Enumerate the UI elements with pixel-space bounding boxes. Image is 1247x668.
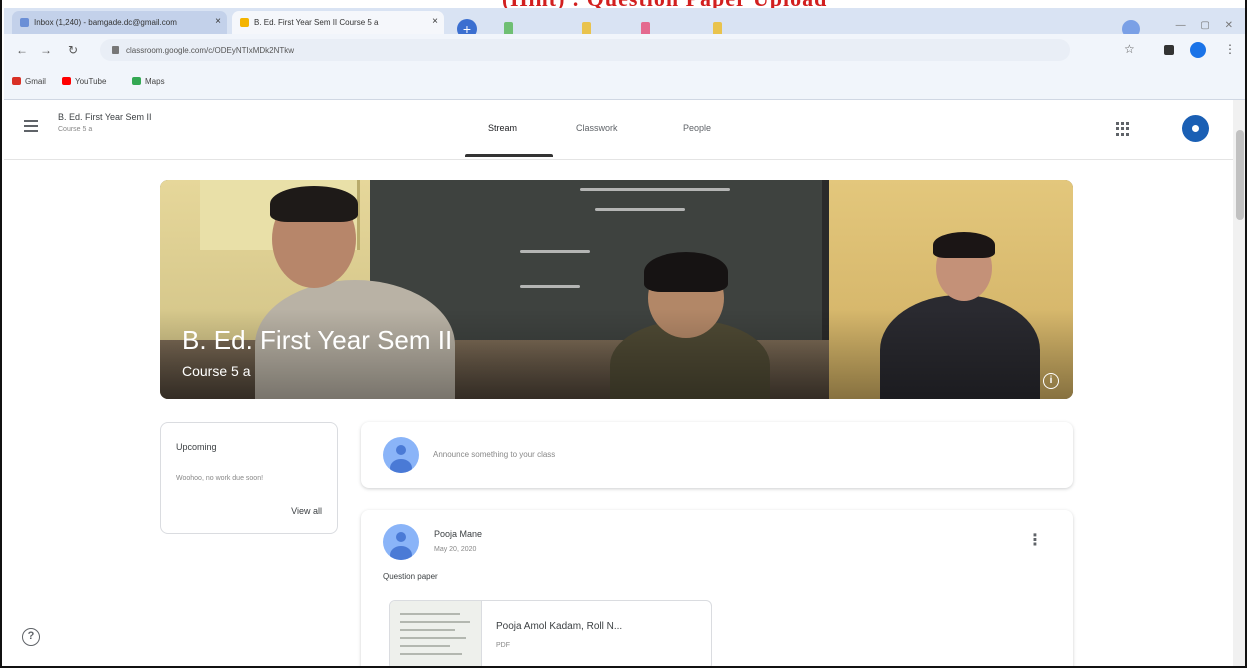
- avatar: [383, 437, 419, 473]
- tab-classroom[interactable]: B. Ed. First Year Sem II Course 5 a ×: [232, 11, 444, 34]
- close-tab-icon[interactable]: ×: [215, 16, 221, 27]
- scrollbar-thumb[interactable]: [1236, 130, 1244, 220]
- page-scrollbar[interactable]: [1233, 100, 1245, 666]
- attachment-thumbnail: [390, 601, 482, 666]
- post-author: Pooja Mane: [434, 529, 483, 539]
- window-controls[interactable]: — ▢ ✕: [1176, 20, 1239, 31]
- attachment-type: PDF: [496, 642, 510, 649]
- view-all-link[interactable]: View all: [291, 506, 322, 516]
- banner-subtitle: Course 5 a: [182, 363, 251, 379]
- forward-icon[interactable]: →: [40, 43, 52, 57]
- browser-menu-icon[interactable]: ⋮: [1224, 42, 1236, 56]
- screen: (Hint) : Question Paper Upload Inbox (1,…: [0, 0, 1247, 668]
- tab-label: Inbox (1,240) - bamgade.dc@gmail.com: [34, 18, 177, 27]
- class-info-icon[interactable]: i: [1043, 373, 1059, 389]
- announce-box[interactable]: Announce something to your class: [361, 422, 1073, 488]
- stream-post: Pooja Mane May 20, 2020 ⋮ Question paper…: [361, 510, 1073, 666]
- tab-classwork[interactable]: Classwork: [576, 123, 618, 133]
- tab-label: B. Ed. First Year Sem II Course 5 a: [254, 18, 379, 27]
- course-title[interactable]: B. Ed. First Year Sem II: [58, 112, 152, 122]
- browser-tabstrip: Inbox (1,240) - bamgade.dc@gmail.com × B…: [4, 8, 1245, 39]
- close-tab-icon[interactable]: ×: [432, 16, 438, 27]
- attachment-name: Pooja Amol Kadam, Roll N...: [496, 621, 623, 632]
- avatar: [383, 524, 419, 560]
- active-tab-indicator: [465, 154, 553, 157]
- upcoming-empty-text: Woohoo, no work due soon!: [176, 475, 264, 482]
- bookmark-star-icon[interactable]: ☆: [1124, 42, 1135, 56]
- bookmarks-bar: Gmail YouTube Maps: [4, 66, 1245, 100]
- classroom-icon: [240, 18, 249, 27]
- gmail-icon: [12, 77, 21, 85]
- help-icon[interactable]: ?: [22, 628, 40, 646]
- bookmark-gmail[interactable]: Gmail: [12, 77, 46, 86]
- post-options-icon[interactable]: ⋮: [1027, 530, 1043, 550]
- address-bar[interactable]: classroom.google.com/c/ODEyNTIxMDk2NTkw: [100, 39, 1070, 61]
- browser-toolbar: ← → ↻ classroom.google.com/c/ODEyNTIxMDk…: [4, 34, 1245, 66]
- lock-icon: [112, 46, 119, 54]
- mail-icon: [20, 18, 29, 27]
- bookmark-maps[interactable]: Maps: [132, 77, 165, 86]
- upcoming-card: Upcoming Woohoo, no work due soon! View …: [160, 422, 338, 534]
- google-apps-icon[interactable]: [1116, 122, 1130, 136]
- youtube-icon: [62, 77, 71, 85]
- announce-placeholder: Announce something to your class: [433, 450, 556, 459]
- tab-stream[interactable]: Stream: [488, 123, 517, 133]
- account-avatar[interactable]: [1190, 42, 1206, 58]
- user-avatar[interactable]: [1182, 115, 1209, 142]
- class-banner: B. Ed. First Year Sem II Course 5 a i: [160, 180, 1073, 399]
- banner-title: B. Ed. First Year Sem II: [182, 325, 453, 355]
- tab-people[interactable]: People: [683, 123, 711, 133]
- upcoming-title: Upcoming: [176, 442, 217, 452]
- back-icon[interactable]: ←: [16, 43, 28, 57]
- attachment-card[interactable]: Pooja Amol Kadam, Roll N... PDF: [389, 600, 712, 666]
- classroom-header: B. Ed. First Year Sem II Course 5 a Stre…: [4, 100, 1233, 160]
- extensions-icon[interactable]: [1164, 45, 1174, 55]
- reload-icon[interactable]: ↻: [68, 43, 78, 57]
- url-text: classroom.google.com/c/ODEyNTIxMDk2NTkw: [126, 46, 295, 55]
- main-menu-icon[interactable]: [24, 120, 38, 135]
- post-date: May 20, 2020: [434, 546, 477, 553]
- tab-gmail[interactable]: Inbox (1,240) - bamgade.dc@gmail.com ×: [12, 11, 227, 34]
- maps-icon: [132, 77, 141, 85]
- bookmark-youtube[interactable]: YouTube: [62, 77, 106, 86]
- course-section: Course 5 a: [58, 126, 93, 133]
- post-text: Question paper: [383, 572, 438, 581]
